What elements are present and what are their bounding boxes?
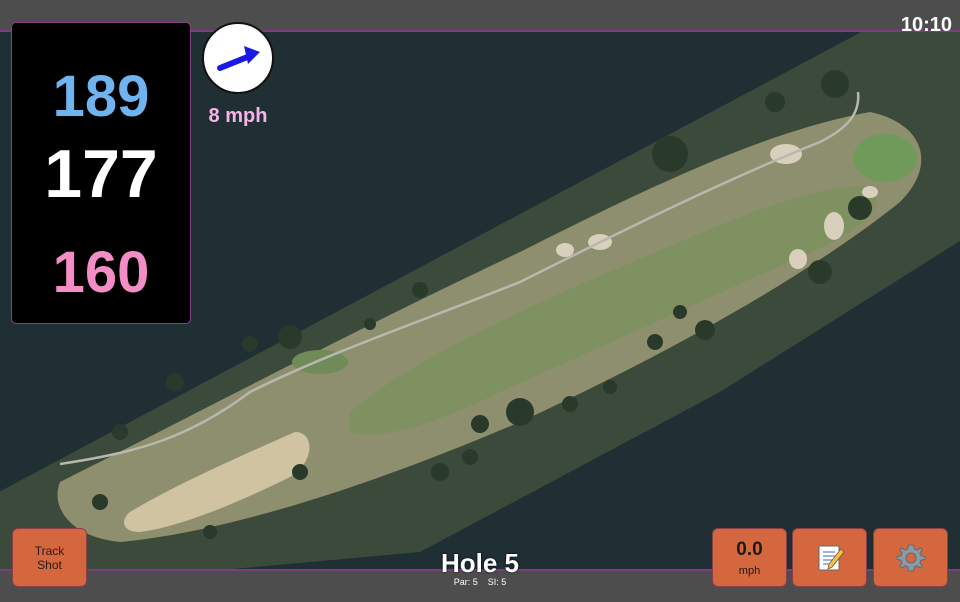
green — [853, 134, 917, 182]
hole-stroke-index: SI: 5 — [487, 577, 507, 587]
hole-par: Par: 5 — [453, 577, 478, 587]
track-shot-label-line2: Shot — [37, 557, 62, 572]
notepad-icon — [818, 545, 845, 570]
wind-indicator — [202, 22, 274, 94]
speed-value: 0.0 — [736, 538, 763, 560]
hole-info: Par: 5 SI: 5 — [400, 577, 560, 587]
hole-title: Hole 5 — [440, 548, 520, 578]
track-shot-label-line1: Track — [34, 543, 65, 558]
speed-button[interactable]: 0.0 mph — [712, 528, 787, 587]
middle-of-green-yardage: 177 — [44, 136, 158, 212]
tee-box — [292, 350, 348, 374]
notes-button[interactable] — [792, 528, 867, 587]
track-shot-button[interactable]: Track Shot — [12, 528, 87, 587]
clock: 10:10 — [900, 14, 952, 36]
gear-icon — [896, 544, 925, 571]
bunker — [556, 243, 574, 257]
settings-button[interactable] — [873, 528, 948, 587]
speed-unit: mph — [738, 564, 761, 577]
bunker — [824, 212, 844, 240]
back-of-green-yardage: 189 — [52, 64, 150, 129]
wind-speed-label: 8 mph — [208, 105, 268, 127]
front-of-green-yardage: 160 — [52, 240, 150, 305]
bunker — [862, 186, 878, 198]
yardage-panel: 189 177 160 — [11, 22, 191, 324]
bunker — [789, 249, 807, 269]
wind-direction-arrow-icon — [217, 46, 260, 71]
